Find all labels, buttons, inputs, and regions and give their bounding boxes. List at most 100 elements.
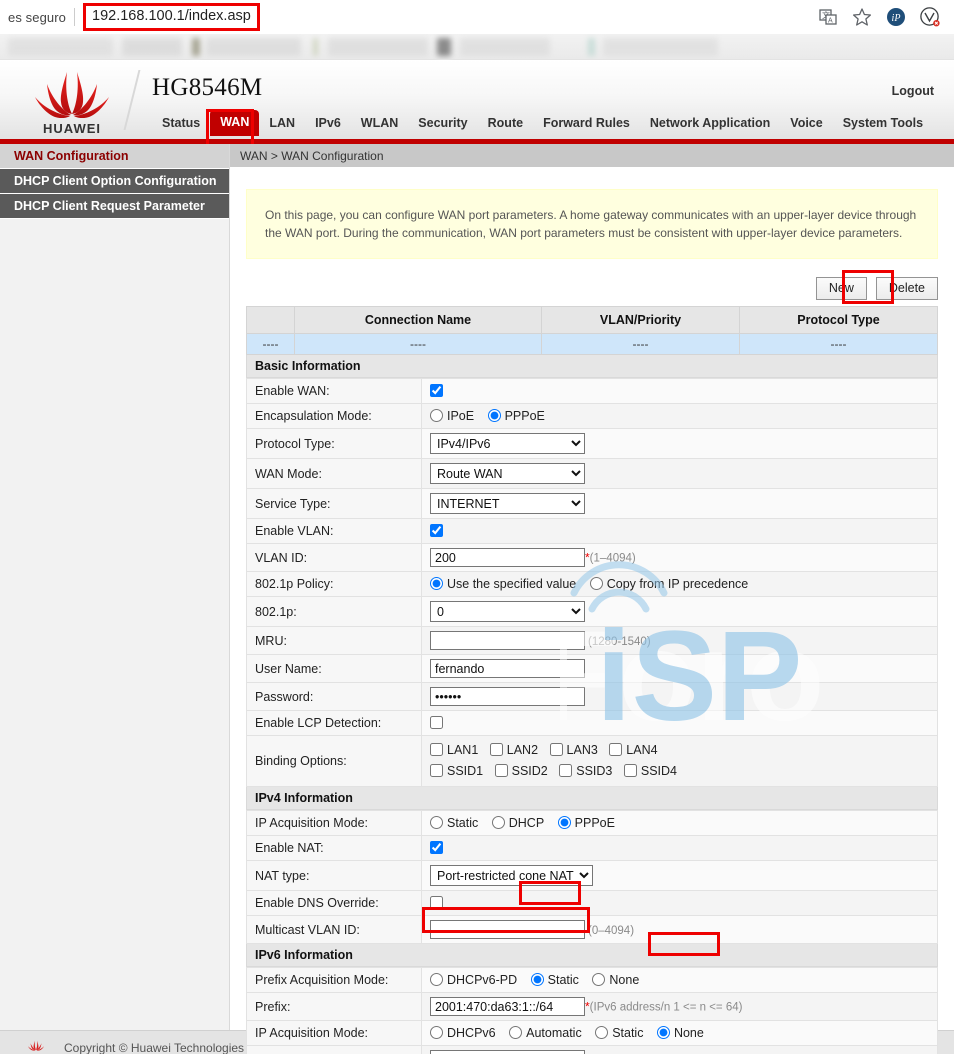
enable-vlan-checkbox[interactable]: [430, 524, 443, 537]
encapsulation-pppoe-radio[interactable]: [488, 409, 501, 422]
row-prefix-acquisition-mode: Prefix Acquisition Mode: DHCPv6-PD Stati…: [247, 968, 938, 993]
user-name-input[interactable]: [430, 659, 585, 678]
bookmark-item[interactable]: [588, 38, 595, 56]
nav-item-network-application[interactable]: Network Application: [640, 112, 780, 136]
password-input[interactable]: [430, 687, 585, 706]
radio-dot1p-copy[interactable]: Copy from IP precedence: [590, 577, 749, 591]
dot1p-copy-radio[interactable]: [590, 577, 603, 590]
bookmark-item[interactable]: [122, 38, 182, 56]
nav-item-security[interactable]: Security: [408, 112, 477, 136]
ssid1-checkbox[interactable]: [430, 764, 443, 777]
nav-item-system-tools[interactable]: System Tools: [833, 112, 933, 136]
radio-ipv6-automatic[interactable]: Automatic: [509, 1026, 582, 1040]
nav-item-forward-rules[interactable]: Forward Rules: [533, 112, 640, 136]
table-row[interactable]: ---- ---- ---- ----: [247, 334, 938, 355]
ip-extension-icon[interactable]: iP: [886, 7, 906, 27]
prefix-input[interactable]: [430, 997, 585, 1016]
prefix-none-radio[interactable]: [592, 973, 605, 986]
nav-item-voice[interactable]: Voice: [780, 112, 832, 136]
lan2-checkbox[interactable]: [490, 743, 503, 756]
nav-item-wlan[interactable]: WLAN: [351, 112, 409, 136]
radio-ipv6-none[interactable]: None: [657, 1026, 704, 1040]
nav-item-wan[interactable]: WAN: [210, 110, 259, 136]
radio-encapsulation-pppoe[interactable]: PPPoE: [488, 409, 545, 423]
checkbox-ssid1[interactable]: SSID1: [430, 764, 483, 778]
ipv4-pppoe-radio[interactable]: [558, 816, 571, 829]
lan4-checkbox[interactable]: [609, 743, 622, 756]
bookmark-star-icon[interactable]: [852, 7, 872, 27]
row-user-name: User Name:: [247, 655, 938, 683]
lan1-checkbox[interactable]: [430, 743, 443, 756]
protocol-type-select[interactable]: IPv4/IPv6: [430, 433, 585, 454]
vlan-id-hint: (1–4094): [590, 553, 636, 565]
enable-dns-override-checkbox[interactable]: [430, 896, 443, 909]
radio-prefix-none[interactable]: None: [592, 973, 639, 987]
extension-badge-icon[interactable]: [920, 7, 940, 27]
checkbox-lan2[interactable]: LAN2: [490, 743, 538, 757]
checkbox-lan3[interactable]: LAN3: [550, 743, 598, 757]
radio-prefix-static[interactable]: Static: [531, 973, 579, 987]
vlan-id-input[interactable]: [430, 548, 585, 567]
lan3-checkbox[interactable]: [550, 743, 563, 756]
service-type-select[interactable]: INTERNET: [430, 493, 585, 514]
ipv6-automatic-radio[interactable]: [509, 1026, 522, 1039]
nav-item-ipv6[interactable]: IPv6: [305, 112, 351, 136]
mru-input[interactable]: [430, 631, 585, 650]
prefix-static-radio[interactable]: [531, 973, 544, 986]
bookmark-item[interactable]: [437, 38, 451, 56]
enable-nat-checkbox[interactable]: [430, 841, 443, 854]
ipv6-multicast-vlan-id-input[interactable]: [430, 1050, 585, 1054]
checkbox-ssid4[interactable]: SSID4: [624, 764, 677, 778]
radio-encapsulation-ipoe[interactable]: IPoE: [430, 409, 478, 423]
logout-button[interactable]: Logout: [892, 84, 934, 98]
enable-lcp-detection-checkbox[interactable]: [430, 716, 443, 729]
new-button[interactable]: New: [816, 277, 867, 300]
radio-ipv6-static[interactable]: Static: [595, 1026, 643, 1040]
dot1p-select[interactable]: 0: [430, 601, 585, 622]
ipv6-static-radio[interactable]: [595, 1026, 608, 1039]
bookmarks-bar[interactable]: [0, 34, 954, 60]
svg-text:A: A: [828, 18, 833, 25]
bookmark-item[interactable]: [206, 38, 301, 56]
checkbox-lan1[interactable]: LAN1: [430, 743, 478, 757]
address-bar[interactable]: 192.168.100.1/index.asp: [83, 3, 260, 31]
ssid2-checkbox[interactable]: [495, 764, 508, 777]
nav-item-lan[interactable]: LAN: [259, 112, 305, 136]
delete-button[interactable]: Delete: [876, 277, 938, 300]
dot1p-specified-radio[interactable]: [430, 577, 443, 590]
checkbox-ssid3[interactable]: SSID3: [559, 764, 612, 778]
nav-item-route[interactable]: Route: [478, 112, 533, 136]
ssid3-checkbox[interactable]: [559, 764, 572, 777]
nav-item-status[interactable]: Status: [152, 112, 210, 136]
wan-mode-select[interactable]: Route WAN: [430, 463, 585, 484]
bookmark-item[interactable]: [192, 38, 200, 56]
radio-dot1p-specified[interactable]: Use the specified value: [430, 577, 580, 591]
checkbox-ssid2[interactable]: SSID2: [495, 764, 548, 778]
browser-toolbar: es seguro 192.168.100.1/index.asp 文 A: [0, 0, 954, 34]
sidebar-item-wan-configuration[interactable]: WAN Configuration: [0, 144, 229, 169]
sidebar-item-dhcp-client-option-configuration[interactable]: DHCP Client Option Configuration: [0, 169, 229, 194]
radio-ipv6-dhcpv6[interactable]: DHCPv6: [430, 1026, 496, 1040]
radio-ipv4-dhcp[interactable]: DHCP: [492, 816, 544, 830]
ipv6-dhcpv6-radio[interactable]: [430, 1026, 443, 1039]
encapsulation-ipoe-radio[interactable]: [430, 409, 443, 422]
bookmark-item[interactable]: [328, 38, 428, 56]
radio-ipv4-pppoe[interactable]: PPPoE: [558, 816, 615, 830]
ipv4-static-radio[interactable]: [430, 816, 443, 829]
bookmark-item[interactable]: [460, 38, 550, 56]
ipv4-multicast-vlan-id-input[interactable]: [430, 920, 585, 939]
sidebar-item-dhcp-client-request-parameter[interactable]: DHCP Client Request Parameter: [0, 194, 229, 219]
enable-wan-checkbox[interactable]: [430, 384, 443, 397]
ipv4-dhcp-radio[interactable]: [492, 816, 505, 829]
radio-prefix-dhcpv6-pd[interactable]: DHCPv6-PD: [430, 973, 517, 987]
checkbox-lan4[interactable]: LAN4: [609, 743, 657, 757]
bookmark-item[interactable]: [603, 38, 718, 56]
bookmark-item[interactable]: [8, 38, 113, 56]
radio-ipv4-static[interactable]: Static: [430, 816, 478, 830]
ipv6-none-radio[interactable]: [657, 1026, 670, 1039]
nat-type-select[interactable]: Port-restricted cone NAT: [430, 865, 593, 886]
translate-icon[interactable]: 文 A: [818, 7, 838, 27]
ssid4-checkbox[interactable]: [624, 764, 637, 777]
bookmark-item[interactable]: [313, 38, 318, 56]
prefix-dhcpv6-pd-radio[interactable]: [430, 973, 443, 986]
